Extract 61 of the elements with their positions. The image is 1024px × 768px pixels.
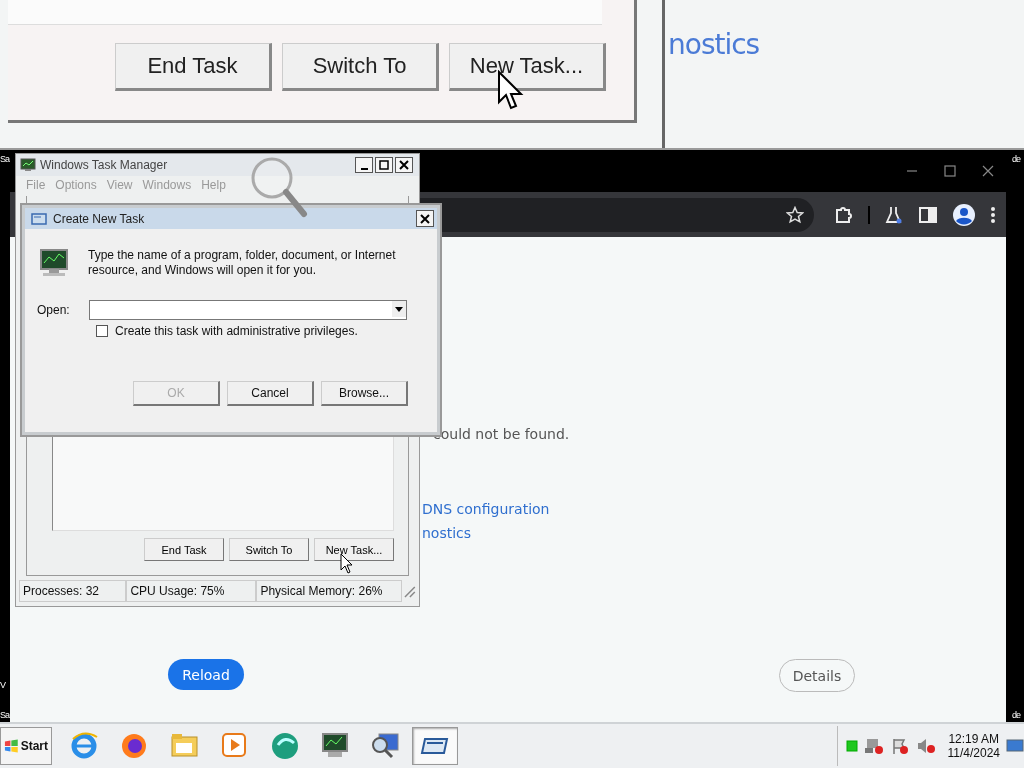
close-button[interactable]: [416, 210, 434, 227]
puzzle-icon[interactable]: [834, 204, 854, 225]
desktop-label: Sa: [0, 710, 9, 720]
zoomed-button[interactable]: Switch To: [282, 43, 439, 91]
magnifier-icon: [370, 731, 400, 761]
monitor-icon: [20, 158, 36, 172]
window-icon: [31, 212, 47, 225]
cursor-icon: [340, 553, 354, 575]
clock-date: 11/4/2024: [947, 746, 1000, 760]
menu-icon[interactable]: [990, 205, 996, 224]
dialog-title: Create New Task: [53, 211, 146, 226]
maximize-icon[interactable]: [944, 165, 956, 177]
desktop-label: de: [1012, 710, 1020, 720]
details-button[interactable]: Details: [779, 659, 855, 692]
clock-time: 12:19 AM: [948, 732, 1000, 746]
instruction-text: Type the name of a program, folder, document, or Internet resource, and Windows will open it for you.: [88, 248, 397, 278]
status-text: Physical Memory: 26%: [256, 580, 403, 602]
star-icon[interactable]: [786, 205, 804, 224]
minimize-button[interactable]: [355, 157, 373, 173]
zoomed-button[interactable]: New Task...: [449, 43, 606, 91]
checkbox-label: Create this task with administrative privileges.: [115, 324, 358, 338]
minimize-icon: [360, 168, 368, 170]
link[interactable]: nostics: [668, 28, 760, 61]
close-icon: [399, 160, 409, 170]
dialog-button[interactable]: Cancel: [227, 381, 314, 406]
link[interactable]: DNS configuration: [422, 501, 550, 517]
monitor-icon: [37, 248, 71, 278]
reload-button[interactable]: Reload: [168, 659, 244, 690]
task-button[interactable]: End Task: [144, 538, 224, 561]
taskbar-button[interactable]: [412, 727, 458, 765]
close-button[interactable]: [395, 157, 413, 173]
desktop-label: Sa: [0, 154, 9, 164]
resize-grip-icon: [402, 584, 416, 598]
status-text: Processes: 32: [19, 580, 127, 602]
desktop-label: V: [0, 680, 5, 690]
speaker-muted-icon[interactable]: [915, 737, 936, 755]
browser-icon: [70, 731, 100, 761]
close-icon: [420, 213, 430, 224]
start-button[interactable]: Start: [0, 727, 52, 765]
status-text: CPU Usage: 75%: [126, 580, 257, 602]
field-label: Open:: [37, 303, 70, 317]
side-panel-icon[interactable]: [918, 204, 938, 225]
maximize-icon: [379, 160, 389, 170]
clock[interactable]: 12:19 AM 11/4/2024: [947, 732, 1000, 760]
avatar-icon[interactable]: [952, 202, 976, 227]
checkbox[interactable]: [96, 325, 108, 337]
windows-logo-icon: [4, 738, 19, 754]
open-combo-box[interactable]: [88, 300, 407, 320]
link[interactable]: nostics: [422, 525, 472, 541]
show-desktop-icon[interactable]: [1006, 739, 1024, 753]
task-button[interactable]: New Task...: [314, 538, 394, 561]
network-error-icon[interactable]: [863, 737, 884, 755]
close-icon[interactable]: [982, 165, 994, 177]
maximize-button[interactable]: [375, 157, 393, 173]
orb-icon: [270, 731, 300, 761]
dialog-button[interactable]: Browse...: [321, 381, 408, 406]
zoomed-button[interactable]: End Task: [115, 43, 272, 91]
task-button[interactable]: Switch To: [229, 538, 309, 561]
desktop-label: de: [1012, 154, 1020, 164]
flask-icon[interactable]: [884, 204, 904, 225]
window-title: Windows Task Manager: [40, 158, 168, 172]
